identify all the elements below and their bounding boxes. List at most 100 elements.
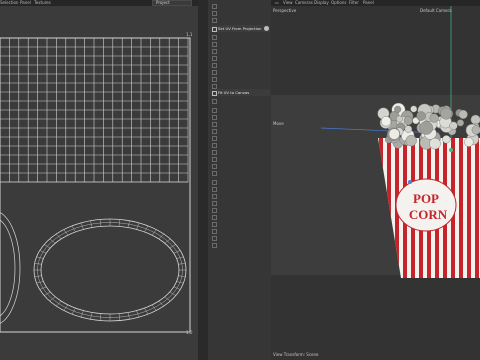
checkbox-icon: [212, 18, 217, 23]
popcorn-kernel: [464, 137, 474, 147]
popcorn-logo-line2: CORN: [409, 207, 448, 222]
tool-item[interactable]: [210, 220, 270, 227]
uv-ring-edge: [39, 250, 47, 254]
3d-viewport[interactable]: POP CORN: [271, 0, 480, 360]
checkbox-icon: [212, 171, 217, 176]
tool-item[interactable]: [210, 33, 270, 40]
popcorn-kernel: [471, 125, 480, 135]
tool-item[interactable]: [210, 234, 270, 241]
popcorn-kernel: [394, 105, 402, 113]
viewport-camera-name[interactable]: Default Camera: [420, 8, 452, 13]
uv-ring-edge: [56, 300, 62, 307]
tool-item[interactable]: [210, 2, 270, 9]
tool-item[interactable]: [210, 169, 270, 176]
uv-ring-edge: [144, 225, 149, 232]
tool-item[interactable]: [210, 75, 270, 82]
bucket-stripe: [475, 138, 479, 278]
uv-ring-edge: [63, 229, 69, 236]
viewport-canvas[interactable]: POP CORN: [271, 0, 480, 360]
viewport-menu-icon[interactable]: ▭: [275, 0, 279, 6]
view-transform-label: View Transform: Scene: [273, 352, 319, 357]
uv-ring-edge: [151, 229, 157, 236]
tool-item[interactable]: [210, 113, 270, 120]
manipulator-center: [449, 148, 453, 152]
tool-item[interactable]: [210, 141, 270, 148]
tool-item[interactable]: [210, 213, 270, 220]
uv-shell-rim-ring: [33, 218, 187, 322]
uv-editor-panel[interactable]: 1,1 1,0: [0, 6, 198, 360]
tool-item[interactable]: [210, 47, 270, 54]
checkbox-icon: [212, 243, 217, 248]
tool-item[interactable]: [210, 106, 270, 113]
popcorn-kernel: [403, 116, 413, 126]
viewport-view-name: Perspective: [273, 8, 297, 13]
tool-item[interactable]: [210, 127, 270, 134]
popcorn-kernel: [429, 113, 439, 123]
project-dropdown-label: Project: [156, 0, 170, 5]
popcorn-kernel: [458, 109, 468, 119]
gear-icon[interactable]: [264, 26, 269, 31]
tool-item[interactable]: [210, 185, 270, 192]
tool-item[interactable]: [210, 68, 270, 75]
tool-item[interactable]: [210, 162, 270, 169]
tool-set-uv-from-projection[interactable]: Set UV From Projection: [210, 25, 270, 32]
viewport-menu-cameras[interactable]: Cameras: [295, 0, 313, 6]
popcorn-kernel: [419, 121, 433, 135]
uv-ring-edge: [39, 286, 47, 290]
uv-ring-edge: [158, 233, 164, 240]
tool-item[interactable]: [210, 16, 270, 23]
uv-ring-edge: [169, 244, 176, 249]
viewport-menu-bar: ▭ View Cameras Display Options Filter Pa…: [271, 0, 480, 6]
popcorn-kernel: [404, 125, 413, 133]
uv-shell-side: [0, 37, 189, 183]
uv-ring-edge: [56, 233, 62, 240]
tool-item[interactable]: [210, 178, 270, 185]
popcorn-kernel: [449, 121, 458, 130]
uv-ring-edge: [158, 300, 164, 307]
popcorn-kernel: [396, 115, 403, 123]
uv-ring-edge: [173, 286, 181, 290]
bucket-stripe: [467, 138, 471, 278]
uv-ring-edge: [71, 225, 76, 232]
tool-item[interactable]: [210, 199, 270, 206]
uv-editor-canvas[interactable]: [0, 6, 198, 360]
tool-item[interactable]: [210, 97, 270, 104]
move-tool-label: Move: [273, 121, 284, 126]
tool-item[interactable]: [210, 82, 270, 89]
tool-item[interactable]: [210, 134, 270, 141]
viewport-menu-view[interactable]: View: [283, 0, 293, 6]
popcorn-kernel: [440, 107, 453, 120]
uv-shell-bottom-disc: [0, 212, 21, 324]
uv-corner-label-top: 1,1: [186, 32, 193, 37]
popcorn-kernel: [456, 119, 465, 127]
tool-item[interactable]: [210, 54, 270, 61]
uv-ring-edge: [151, 304, 157, 311]
checkbox-icon: [212, 27, 217, 32]
viewport-menu-filter[interactable]: Filter: [349, 0, 359, 6]
tool-item[interactable]: [210, 148, 270, 155]
viewport-menu-display[interactable]: Display: [314, 0, 329, 6]
tool-item[interactable]: [210, 61, 270, 68]
tool-item[interactable]: [210, 192, 270, 199]
tool-item[interactable]: [210, 206, 270, 213]
viewport-menu-options[interactable]: Options: [331, 0, 346, 6]
tool-item[interactable]: [210, 227, 270, 234]
uv-ring-edge: [71, 308, 76, 315]
viewport-menu-panel[interactable]: Panel: [363, 0, 374, 6]
popcorn-kernel: [381, 116, 392, 127]
tool-item[interactable]: [210, 120, 270, 127]
tool-item[interactable]: [210, 241, 270, 248]
tool-item[interactable]: [210, 155, 270, 162]
popcorn-kernel: [429, 137, 441, 150]
checkbox-icon: [212, 99, 217, 104]
panel-divider[interactable]: [198, 0, 208, 360]
tool-fit-uv-to-canvas[interactable]: Fit UV to Canvas: [210, 89, 270, 96]
popcorn-kernel: [416, 111, 426, 121]
tool-item[interactable]: [210, 40, 270, 47]
uv-ring-edge: [63, 304, 69, 311]
uv-ring-edge: [144, 308, 149, 315]
uv-ring-edge: [44, 291, 51, 296]
bucket-stripe: [459, 138, 463, 278]
popcorn-kernel: [470, 114, 480, 125]
tool-item[interactable]: [210, 9, 270, 16]
